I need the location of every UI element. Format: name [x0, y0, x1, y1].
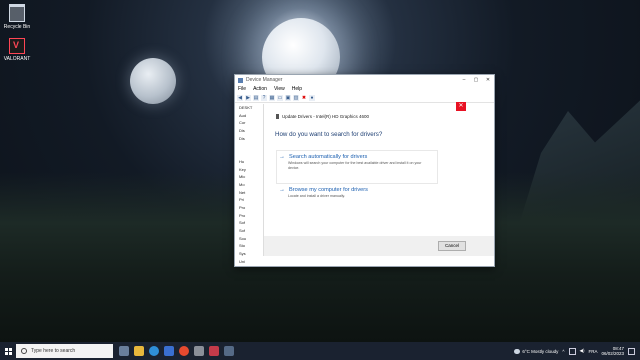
- clock-date: 06/02/2023: [601, 351, 624, 356]
- minimize-button[interactable]: –: [458, 77, 470, 83]
- enable-device-icon[interactable]: ●: [309, 94, 315, 101]
- menu-file[interactable]: File: [238, 86, 246, 92]
- dialog-header-text: Update Drivers - Intel(R) HD Graphics 46…: [282, 114, 370, 119]
- option-description: Windows will search your computer for th…: [288, 161, 422, 170]
- tree-item[interactable]: Pro: [239, 213, 257, 221]
- chrome-icon[interactable]: [179, 346, 189, 356]
- tree-item[interactable]: Pro: [239, 205, 257, 213]
- tree-root[interactable]: DESKT: [239, 105, 257, 113]
- dialog-header: Update Drivers - Intel(R) HD Graphics 46…: [276, 114, 369, 119]
- cloud-icon: [514, 348, 521, 354]
- tree-item[interactable]: Pri: [239, 197, 257, 205]
- tree-item[interactable]: Hu: [239, 159, 257, 167]
- device-manager-taskbar-icon[interactable]: [224, 346, 234, 356]
- tree-item[interactable]: Mic: [239, 174, 257, 182]
- window-title: Device Manager: [246, 77, 283, 83]
- tree-item[interactable]: Mo: [239, 182, 257, 190]
- weather-text: 6°C Mostly cloudy: [522, 348, 559, 354]
- uninstall-icon[interactable]: ✖: [301, 95, 307, 101]
- tree-item[interactable]: Uni: [239, 259, 257, 267]
- tree-item[interactable]: [239, 143, 257, 151]
- desktop-icon-valorant[interactable]: VALORANT: [1, 38, 33, 62]
- clock[interactable]: 08:47 06/02/2023: [601, 346, 624, 356]
- search-icon: [21, 348, 27, 354]
- tree-item[interactable]: Dis: [239, 128, 257, 136]
- tree-item[interactable]: Key: [239, 167, 257, 175]
- tree-item[interactable]: Net: [239, 190, 257, 198]
- dialog-footer: Cancel: [264, 236, 494, 256]
- arrow-right-icon: →: [279, 187, 285, 193]
- dialog-close-button[interactable]: ✕: [456, 102, 466, 111]
- edge-icon[interactable]: [149, 346, 159, 356]
- properties-icon[interactable]: ▤: [253, 94, 259, 101]
- task-view-icon[interactable]: [119, 346, 129, 356]
- chevron-up-icon[interactable]: ^: [562, 349, 564, 354]
- desktop-icon-recycle-bin[interactable]: Recycle Bin: [1, 4, 33, 30]
- store-icon[interactable]: [164, 346, 174, 356]
- taskbar-search-box[interactable]: Type here to search: [16, 344, 113, 358]
- close-button[interactable]: ✕: [482, 77, 494, 83]
- tree-item[interactable]: [239, 151, 257, 159]
- language-indicator[interactable]: FRA: [588, 349, 597, 354]
- forward-arrow-icon[interactable]: ▶: [245, 94, 251, 101]
- option-description: Locate and install a driver manually.: [288, 194, 346, 198]
- device-tree: DESKT Aud Cor Dis Dis Hu Key Mic Mo Net …: [239, 105, 257, 266]
- scan-hardware-icon[interactable]: ▦: [269, 94, 275, 101]
- maximize-button[interactable]: ▢: [470, 77, 482, 83]
- disable-device-icon[interactable]: ▥: [293, 94, 299, 101]
- weather-widget[interactable]: 6°C Mostly cloudy: [514, 348, 559, 354]
- browse-computer-option[interactable]: → Browse my computer for drivers Locate …: [276, 183, 438, 213]
- menu-bar: File Action View Help: [235, 85, 494, 93]
- search-placeholder: Type here to search: [31, 348, 76, 354]
- start-button[interactable]: [0, 342, 16, 360]
- tree-item[interactable]: Cor: [239, 120, 257, 128]
- tree-item[interactable]: Dis: [239, 136, 257, 144]
- arrow-right-icon: →: [279, 154, 285, 160]
- device-manager-icon: [238, 77, 243, 83]
- help-icon[interactable]: ?: [261, 94, 267, 101]
- small-moon: [130, 58, 176, 104]
- tree-item[interactable]: Sto: [239, 243, 257, 251]
- tree-item[interactable]: Sof: [239, 228, 257, 236]
- file-explorer-icon[interactable]: [134, 346, 144, 356]
- back-arrow-icon[interactable]: ◀: [237, 94, 243, 101]
- menu-help[interactable]: Help: [292, 86, 302, 92]
- menu-action[interactable]: Action: [253, 86, 267, 92]
- option-title: Search automatically for drivers: [289, 154, 368, 160]
- menu-view[interactable]: View: [274, 86, 285, 92]
- tree-item[interactable]: Aud: [239, 113, 257, 121]
- update-drivers-dialog: ✕ Update Drivers - Intel(R) HD Graphics …: [263, 102, 494, 256]
- recycle-bin-icon: [9, 4, 25, 22]
- search-automatically-option[interactable]: → Search automatically for drivers Windo…: [276, 150, 438, 184]
- tree-item[interactable]: Sou: [239, 236, 257, 244]
- update-driver-icon[interactable]: ▣: [285, 94, 291, 101]
- desktop-icon-label: VALORANT: [3, 56, 31, 62]
- valorant-taskbar-icon[interactable]: [209, 346, 219, 356]
- dialog-question: How do you want to search for drivers?: [275, 131, 383, 138]
- valorant-icon: [9, 38, 25, 54]
- settings-icon[interactable]: [194, 346, 204, 356]
- tree-item[interactable]: Sof: [239, 220, 257, 228]
- windows-logo-icon: [4, 347, 12, 355]
- tree-item[interactable]: Sys: [239, 251, 257, 259]
- desktop-icon-label: Recycle Bin: [3, 24, 31, 30]
- taskbar: Type here to search 6°C Mostly cloudy ^ …: [0, 342, 640, 360]
- option-title: Browse my computer for drivers: [289, 187, 368, 193]
- pinned-apps: [119, 346, 234, 356]
- network-icon[interactable]: [568, 347, 576, 355]
- display-adapter-icon: [276, 114, 279, 119]
- monitor-icon[interactable]: ▭: [277, 94, 283, 101]
- volume-icon[interactable]: ◀): [580, 348, 585, 354]
- title-bar[interactable]: Device Manager – ▢ ✕: [235, 75, 494, 85]
- cancel-button[interactable]: Cancel: [438, 241, 466, 251]
- notification-icon[interactable]: [628, 347, 635, 355]
- system-tray: 6°C Mostly cloudy ^ ◀) FRA 08:47 06/02/2…: [514, 346, 640, 356]
